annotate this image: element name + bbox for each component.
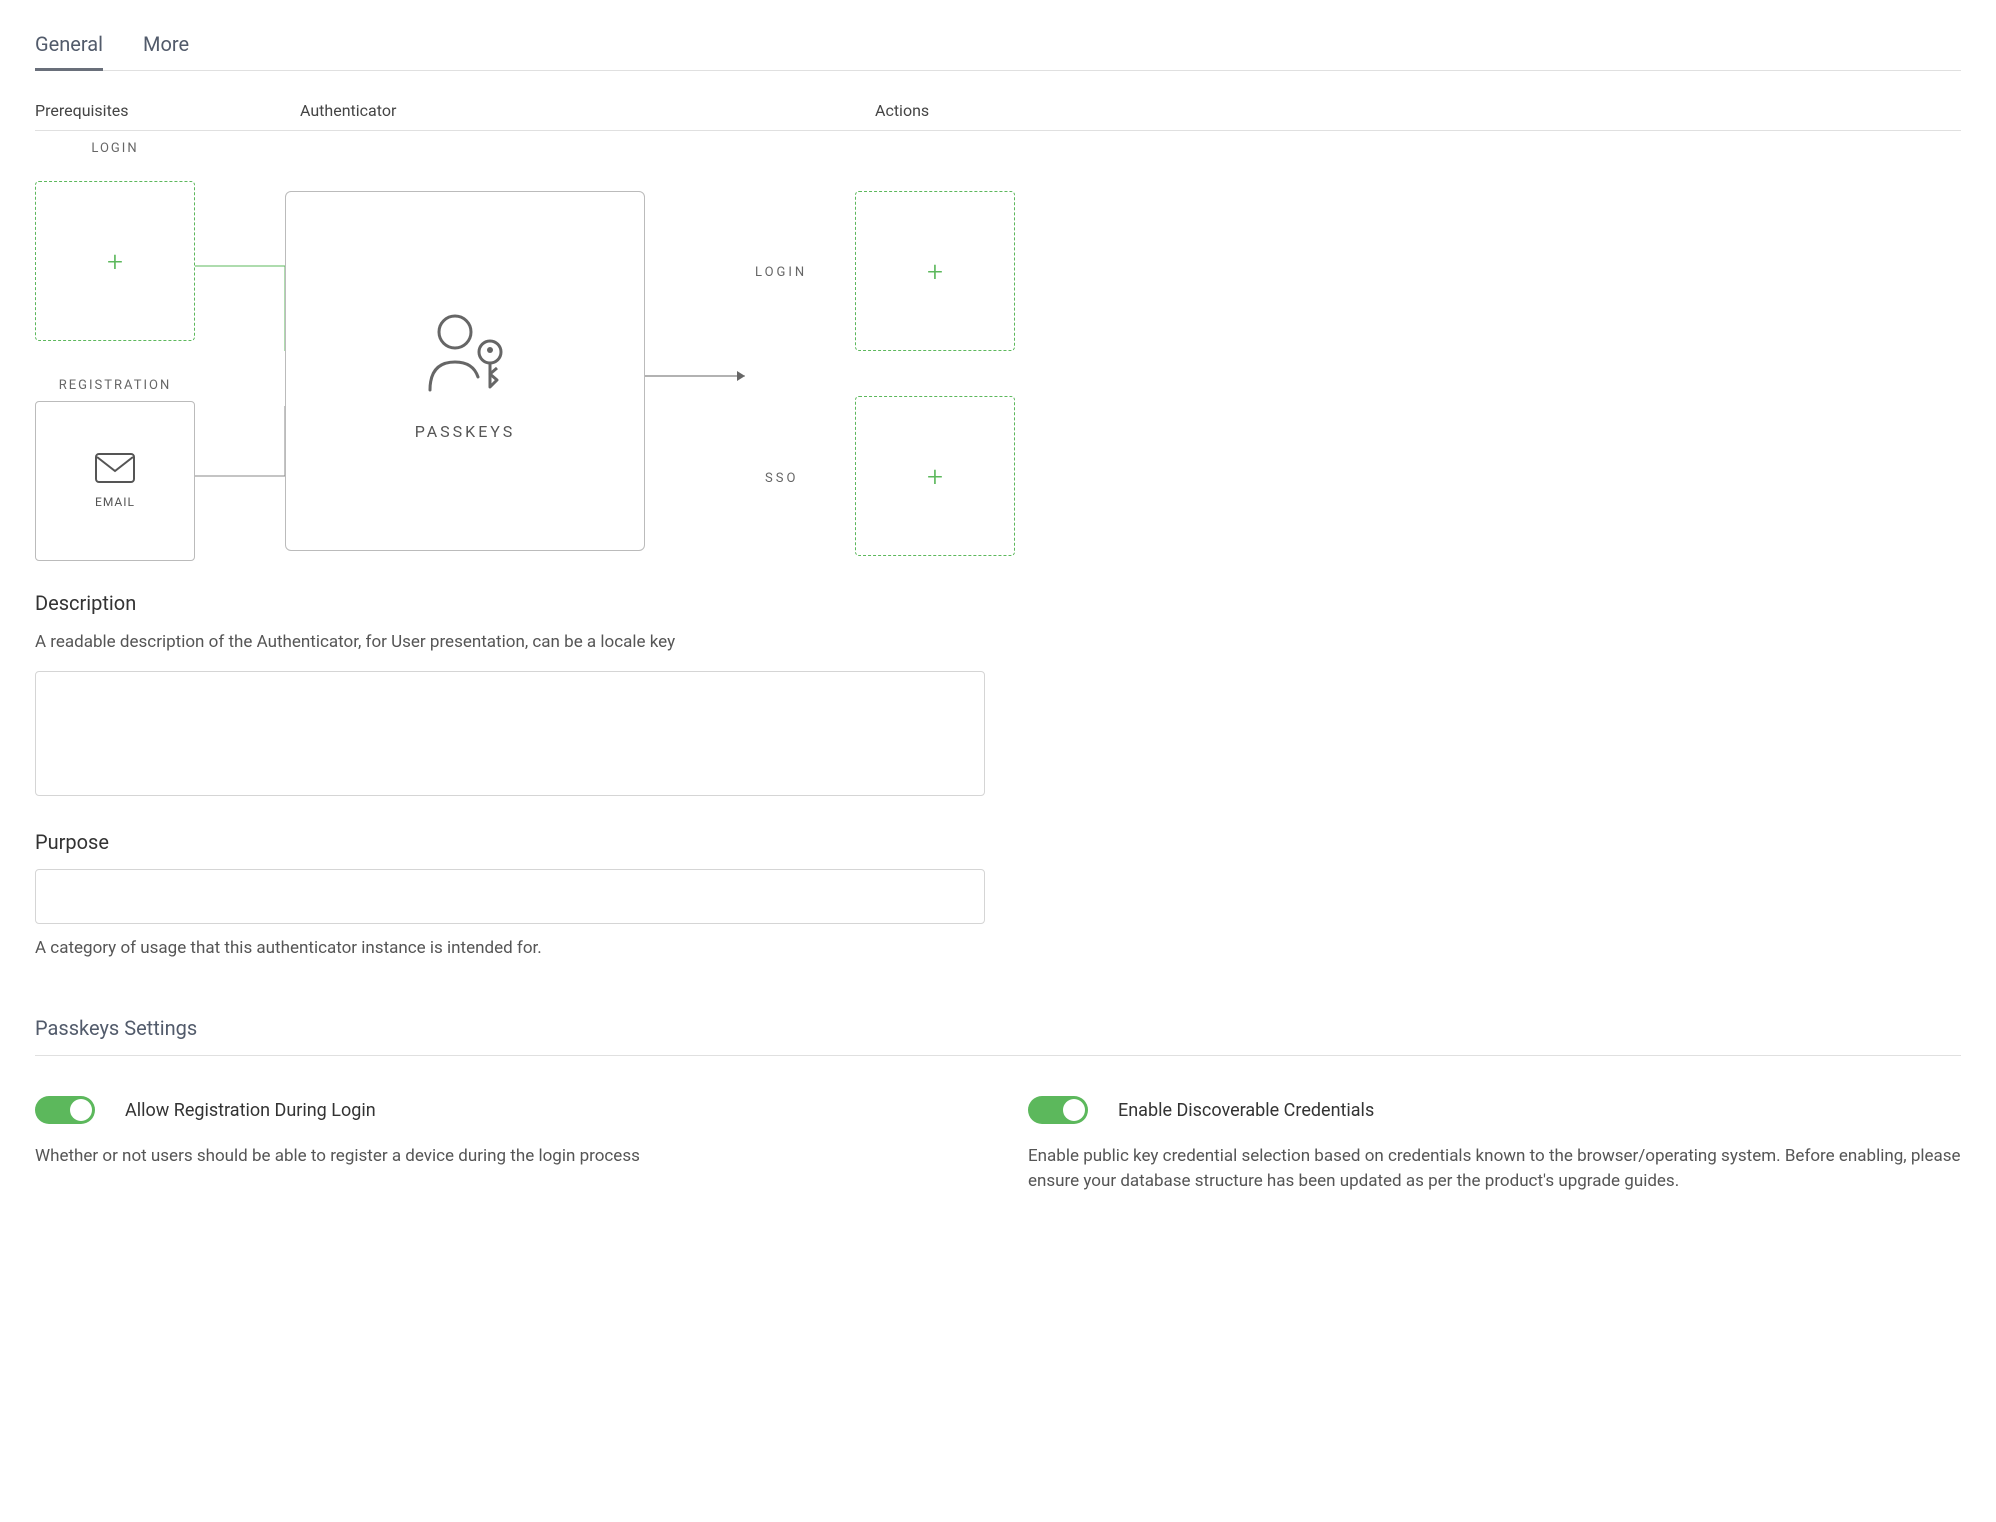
column-header-actions: Actions — [875, 101, 1961, 120]
action-login-label: LOGIN — [755, 265, 807, 280]
discoverable-toggle[interactable] — [1028, 1096, 1088, 1124]
tab-general[interactable]: General — [35, 20, 103, 71]
allow-registration-help: Whether or not users should be able to r… — [35, 1144, 968, 1169]
prereq-login-label: LOGIN — [35, 141, 195, 156]
purpose-title: Purpose — [35, 830, 1961, 854]
action-sso-label: SSO — [765, 471, 798, 486]
purpose-input[interactable] — [35, 869, 985, 924]
plus-icon: + — [927, 460, 943, 493]
purpose-help: A category of usage that this authentica… — [35, 936, 1961, 962]
discoverable-help: Enable public key credential selection b… — [1028, 1144, 1961, 1193]
plus-icon: + — [927, 255, 943, 288]
divider — [35, 1055, 1961, 1056]
tab-more[interactable]: More — [143, 20, 189, 70]
toggle-dot — [1063, 1099, 1085, 1121]
column-header-prerequisites: Prerequisites — [35, 101, 300, 120]
passkeys-icon — [418, 302, 513, 397]
email-icon — [95, 453, 135, 483]
allow-registration-toggle[interactable] — [35, 1096, 95, 1124]
add-action-login-button[interactable]: + — [855, 191, 1015, 351]
passkeys-settings-heading: Passkeys Settings — [35, 1016, 1961, 1040]
allow-registration-label: Allow Registration During Login — [125, 1100, 376, 1121]
add-action-sso-button[interactable]: + — [855, 396, 1015, 556]
prereq-registration-label: REGISTRATION — [35, 378, 195, 393]
discoverable-label: Enable Discoverable Credentials — [1118, 1100, 1374, 1121]
description-input[interactable] — [35, 671, 985, 796]
email-label: EMAIL — [95, 495, 135, 509]
prereq-email-button[interactable]: EMAIL — [35, 401, 195, 561]
column-header-authenticator: Authenticator — [300, 101, 875, 120]
add-prereq-login-button[interactable]: + — [35, 181, 195, 341]
authenticator-label: PASSKEYS — [415, 422, 516, 441]
description-help: A readable description of the Authentica… — [35, 630, 1961, 656]
authenticator-diagram: LOGIN + REGISTRATION EMAIL PASSKEYS LOGI… — [35, 141, 1961, 581]
plus-icon: + — [107, 245, 123, 278]
authenticator-passkeys-card[interactable]: PASSKEYS — [285, 191, 645, 551]
description-title: Description — [35, 591, 1961, 615]
toggle-dot — [70, 1099, 92, 1121]
